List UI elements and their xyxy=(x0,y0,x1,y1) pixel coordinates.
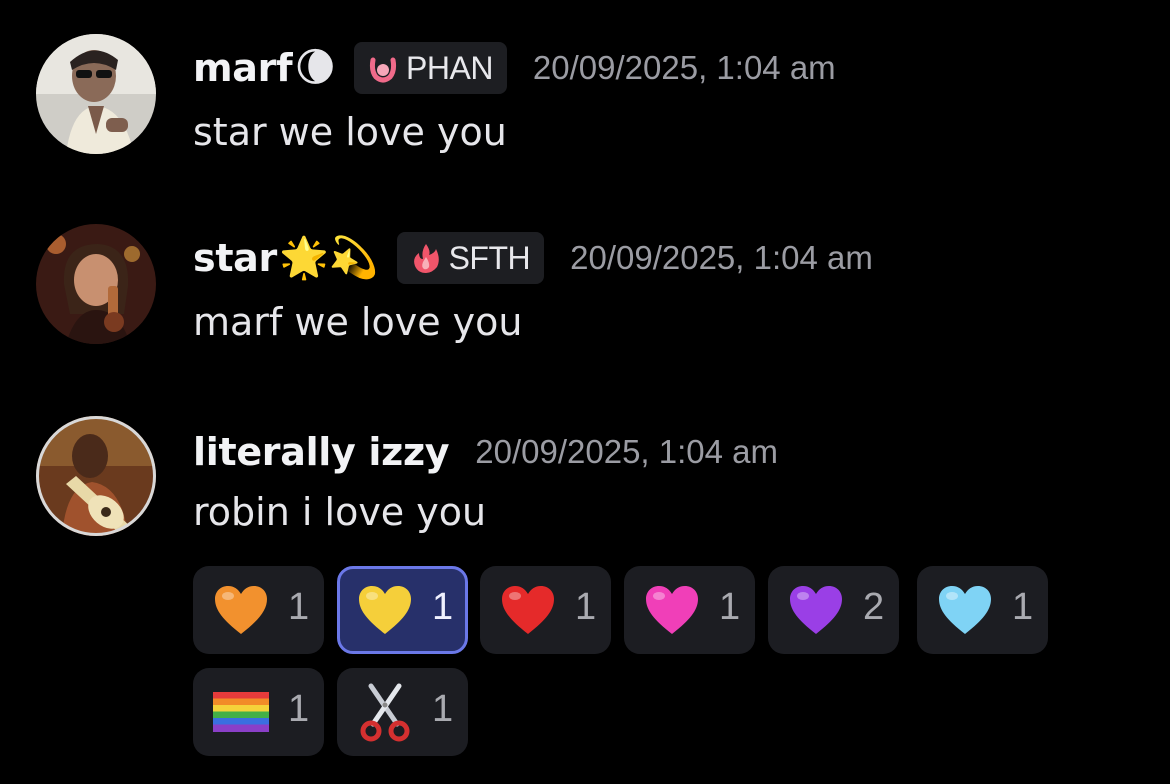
orange-heart-icon xyxy=(211,580,271,640)
avatar-marf[interactable] xyxy=(36,34,156,154)
reaction-light-blue-heart[interactable]: 1 xyxy=(917,566,1048,654)
username[interactable]: marf xyxy=(193,46,293,90)
light-blue-heart-icon xyxy=(935,580,995,640)
reaction-count: 1 xyxy=(432,688,454,730)
message-header: marf 🌘 PHAN 20/09/2025, 1:04 am xyxy=(193,38,836,98)
reaction-count: 1 xyxy=(288,688,310,730)
message-header: literally izzy 20/09/2025, 1:04 am xyxy=(193,422,778,482)
server-tag[interactable]: PHAN xyxy=(354,42,507,94)
reaction-rainbow-flag[interactable]: 1 xyxy=(193,668,324,756)
red-heart-icon xyxy=(498,580,558,640)
message-content: marf we love you xyxy=(193,300,523,344)
reaction-orange-heart[interactable]: 1 xyxy=(193,566,324,654)
rainbow-flag-icon xyxy=(211,682,271,742)
tag-label: PHAN xyxy=(406,49,493,86)
username[interactable]: literally izzy xyxy=(193,430,450,474)
reaction-count: 1 xyxy=(288,586,310,628)
avatar-literally-izzy[interactable] xyxy=(36,416,156,536)
username[interactable]: star xyxy=(193,236,277,280)
message-content: star we love you xyxy=(193,110,507,154)
tag-label: SFTH xyxy=(448,239,531,276)
glowing-star-icon: 🌟💫 xyxy=(278,235,379,281)
reaction-yellow-heart[interactable]: 1 xyxy=(337,566,468,654)
reaction-pink-heart[interactable]: 1 xyxy=(624,566,755,654)
scissors-icon xyxy=(355,682,415,742)
ring-icon xyxy=(366,51,400,85)
timestamp: 20/09/2025, 1:04 am xyxy=(570,239,873,276)
fire-icon xyxy=(409,241,443,275)
reaction-count: 2 xyxy=(863,586,885,628)
yellow-heart-icon xyxy=(355,580,415,640)
message-content: robin i love you xyxy=(193,490,487,534)
reaction-count: 1 xyxy=(719,586,741,628)
purple-heart-icon xyxy=(786,580,846,640)
pink-heart-icon xyxy=(642,580,702,640)
reaction-purple-heart[interactable]: 2 xyxy=(768,566,899,654)
reaction-count: 1 xyxy=(432,586,454,628)
message-header: star 🌟💫 SFTH 20/09/2025, 1:04 am xyxy=(193,228,873,288)
moon-icon: 🌘 xyxy=(294,45,337,91)
server-tag[interactable]: SFTH xyxy=(396,232,545,284)
avatar-star[interactable] xyxy=(36,224,156,344)
timestamp: 20/09/2025, 1:04 am xyxy=(532,49,836,86)
reaction-scissors[interactable]: 1 xyxy=(337,668,468,756)
reaction-red-heart[interactable]: 1 xyxy=(480,566,611,654)
reaction-count: 1 xyxy=(1012,586,1034,628)
reaction-count: 1 xyxy=(575,586,597,628)
timestamp: 20/09/2025, 1:04 am xyxy=(475,433,779,470)
